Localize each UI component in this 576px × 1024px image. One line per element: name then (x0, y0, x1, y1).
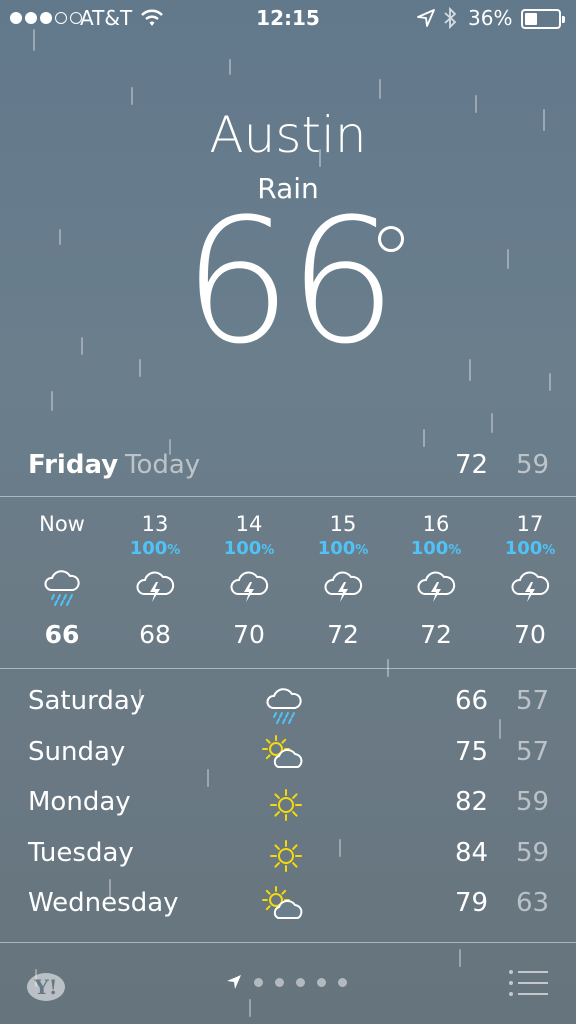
day-high: 82 (455, 787, 489, 817)
thunderstorm-icon (389, 560, 483, 612)
daily-forecast: Saturday 66 57 Sunday 75 57 Monday 82 59… (0, 684, 576, 937)
sun-icon (270, 789, 302, 821)
hourly-item: 17 100% 70 (483, 512, 576, 649)
hourly-item: 14 100% 70 (202, 512, 296, 649)
day-high: 79 (455, 888, 489, 918)
yahoo-logo-button[interactable]: Y! (26, 970, 80, 1006)
thunderstorm-icon (296, 560, 390, 612)
hourly-item: 15 100% 72 (296, 512, 390, 649)
day-name: Sunday (28, 736, 126, 767)
city-list-button[interactable] (508, 968, 550, 1002)
today-low: 59 (516, 450, 550, 480)
divider (0, 942, 576, 943)
hour-label: 16 (422, 512, 450, 536)
precip-chance: 100% (317, 538, 369, 559)
day-low: 57 (516, 736, 550, 767)
hour-label: 15 (329, 512, 357, 536)
bluetooth-icon (442, 6, 458, 35)
today-label: Today (125, 450, 201, 480)
divider (0, 668, 576, 669)
thunderstorm-icon (483, 560, 576, 612)
current-temperature: 66 (182, 181, 398, 382)
today-high: 72 (455, 450, 489, 480)
page-dot (254, 977, 263, 987)
page-dot (296, 977, 305, 987)
day-name: Wednesday (28, 888, 179, 918)
hour-label: Now (39, 512, 85, 536)
hour-temperature: 72 (327, 620, 359, 649)
daily-row[interactable]: Wednesday 79 63 (0, 886, 576, 937)
status-bar: AT&T 12:15 36% (0, 0, 576, 40)
thunderstorm-icon (108, 560, 202, 612)
rain-cloud-icon (15, 560, 109, 612)
hourly-forecast[interactable]: Now 66 13 100% 68 14 100% 70 15 100% 72 … (0, 512, 576, 662)
day-name: Monday (28, 787, 131, 817)
partly-sunny-icon (262, 886, 303, 919)
page-dot (275, 977, 284, 987)
day-name: Saturday (28, 686, 146, 716)
day-low: 59 (516, 837, 550, 868)
daily-row[interactable]: Tuesday 84 59 (0, 836, 576, 887)
precip-chance: 100% (223, 538, 275, 559)
precip-chance: 100% (504, 538, 556, 559)
hour-label: 14 (235, 512, 263, 536)
day-high: 66 (455, 686, 489, 716)
day-low: 57 (516, 686, 550, 716)
bottom-toolbar: Y! (0, 944, 576, 1024)
location-services-icon (416, 8, 436, 33)
hour-temperature: 72 (420, 620, 452, 649)
page-dot (338, 977, 347, 987)
daily-row[interactable]: Monday 82 59 (0, 785, 576, 836)
hourly-item: 13 100% 68 (108, 512, 202, 649)
degree-symbol-icon (378, 226, 404, 252)
daily-row[interactable]: Saturday 66 57 (0, 684, 576, 735)
city-name: Austin (209, 106, 367, 164)
day-name: Tuesday (28, 837, 134, 868)
precip-chance: 100% (410, 538, 462, 559)
rain-cloud-icon (266, 688, 302, 724)
divider (0, 496, 576, 497)
hour-temperature: 70 (233, 620, 265, 649)
day-low: 59 (516, 787, 550, 817)
hourly-item: 16 100% 72 (389, 512, 483, 649)
hour-label: 17 (516, 512, 544, 536)
current-location-icon (227, 975, 241, 989)
sun-icon (270, 839, 302, 872)
hour-label: 13 (141, 512, 169, 536)
day-high: 75 (455, 736, 489, 767)
hourly-item: Now 66 (15, 512, 109, 649)
partly-sunny-icon (262, 734, 303, 768)
battery-icon (521, 9, 565, 29)
battery-percent: 36% (468, 6, 513, 30)
day-high: 84 (455, 837, 489, 868)
precip-chance (15, 538, 109, 560)
hour-temperature: 68 (139, 620, 171, 649)
precip-chance: 100% (129, 538, 181, 559)
thunderstorm-icon (202, 560, 296, 612)
today-summary[interactable]: Friday Today 72 59 (0, 446, 576, 486)
hour-temperature: 70 (514, 620, 546, 649)
hour-temperature: 66 (44, 620, 80, 649)
page-dot (317, 977, 326, 987)
day-low: 63 (516, 888, 550, 918)
today-day-name: Friday (28, 450, 119, 480)
svg-text:Y!: Y! (33, 975, 57, 999)
page-indicator[interactable] (226, 974, 347, 990)
daily-row[interactable]: Sunday 75 57 (0, 734, 576, 786)
